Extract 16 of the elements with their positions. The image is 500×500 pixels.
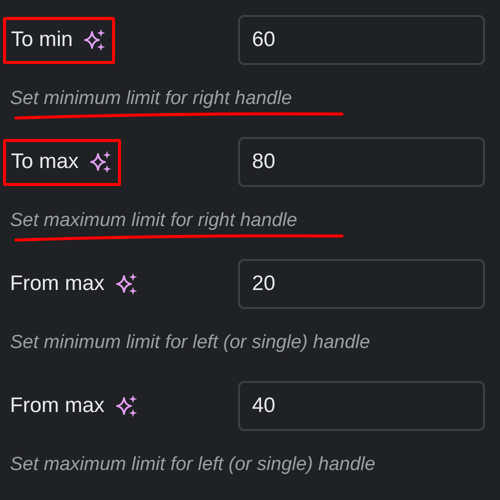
hint-text: Set maximum limit for left (or single) handle — [10, 453, 376, 477]
number-field[interactable]: 80 — [238, 137, 485, 187]
sparkle-icon — [88, 150, 113, 174]
hint-text: Set minimum limit for left (or single) handle — [10, 331, 370, 355]
sparkle-icon — [114, 272, 138, 296]
sparkle-icon — [82, 28, 107, 52]
number-field[interactable]: 40 — [238, 381, 485, 431]
field-label: To min — [11, 27, 73, 54]
sparkle-icon — [114, 394, 138, 418]
number-field[interactable]: 20 — [238, 259, 485, 309]
hint-text: Set maximum limit for right handle — [10, 209, 298, 233]
number-field[interactable]: 60 — [238, 15, 485, 65]
hint-text: Set minimum limit for right handle — [10, 87, 292, 111]
field-label: From max — [10, 271, 104, 298]
field-label: From max — [10, 393, 104, 420]
field-label: To max — [11, 149, 79, 176]
